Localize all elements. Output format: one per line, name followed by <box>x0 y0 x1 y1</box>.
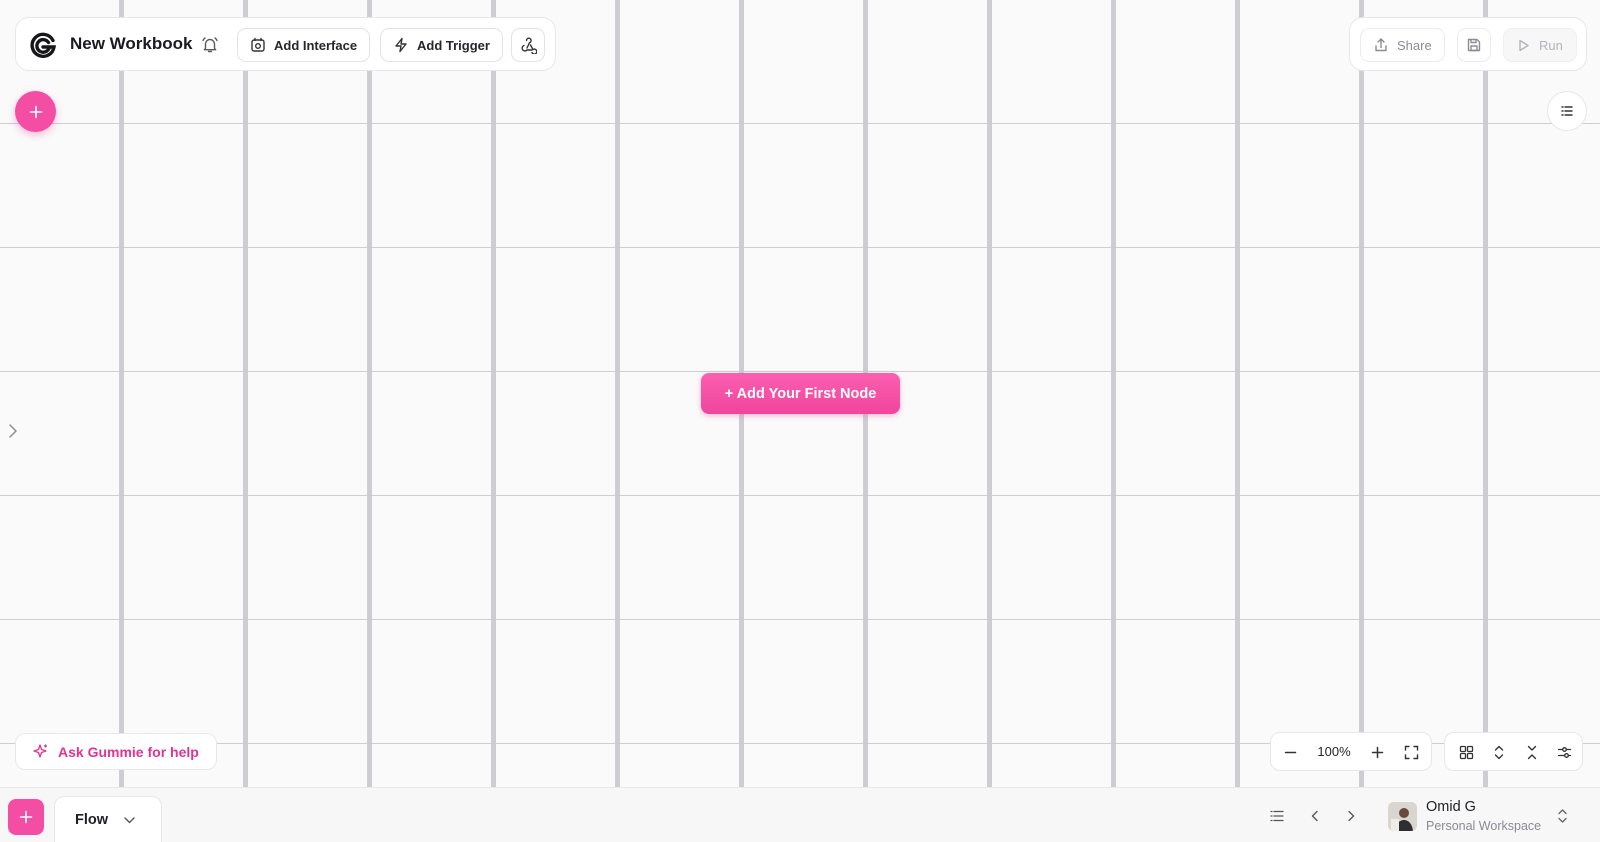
chevron-updown-icon <box>1558 809 1567 823</box>
ask-gummie-button[interactable]: Ask Gummie for help <box>15 733 217 770</box>
layout-controls <box>1444 732 1583 771</box>
list-icon <box>1270 810 1284 822</box>
chevron-right-icon <box>1348 810 1355 822</box>
zoom-controls: 100% <box>1270 732 1432 771</box>
chevrons-collapse-icon <box>1527 745 1537 759</box>
webhook-icon <box>520 37 537 54</box>
zoom-in-button[interactable] <box>1366 741 1388 763</box>
plus-icon <box>1371 746 1383 758</box>
webhook-button[interactable] <box>511 28 545 62</box>
add-tab-button[interactable] <box>8 799 44 835</box>
workspace-name: Personal Workspace <box>1426 819 1542 833</box>
tabs-list-button[interactable] <box>1266 805 1288 827</box>
sliders-icon <box>1557 746 1571 758</box>
share-icon <box>1375 38 1387 52</box>
user-menu[interactable]: Omid G Personal Workspace <box>1384 794 1594 838</box>
save-button[interactable] <box>1457 28 1491 62</box>
avatar <box>1388 802 1417 831</box>
page-title[interactable]: New Workbook <box>70 34 192 54</box>
add-node-fab[interactable] <box>15 91 56 132</box>
tab-flow-label: Flow <box>75 812 109 828</box>
zoom-out-button[interactable] <box>1279 741 1301 763</box>
add-first-node-button[interactable]: + Add Your First Node <box>701 373 900 414</box>
chevrons-expand-icon <box>1494 745 1504 759</box>
add-interface-button[interactable]: Add Interface <box>237 28 371 62</box>
save-icon <box>1467 38 1481 52</box>
fullscreen-icon <box>1404 745 1418 759</box>
lightning-icon <box>395 37 407 53</box>
node-list-button[interactable] <box>1547 91 1587 131</box>
play-icon <box>1519 39 1529 51</box>
fit-view-button[interactable] <box>1400 741 1422 763</box>
chevron-down-icon <box>124 816 135 823</box>
add-interface-label: Add Interface <box>274 37 358 53</box>
bell-icon[interactable] <box>199 34 221 56</box>
previous-tab-button[interactable] <box>1304 805 1326 827</box>
app-logo <box>29 31 57 59</box>
bottom-bar: Flow Omid G Personal Workspace <box>0 787 1600 842</box>
canvas-settings-button[interactable] <box>1553 741 1575 763</box>
ask-gummie-label: Ask Gummie for help <box>58 743 199 760</box>
zoom-level[interactable]: 100% <box>1309 744 1359 759</box>
grid-icon <box>1459 745 1473 759</box>
sparkle-icon <box>33 744 47 758</box>
collapse-all-button[interactable] <box>1521 741 1543 763</box>
expand-sidebar-chevron-icon[interactable] <box>5 421 21 441</box>
plus-icon <box>19 810 33 824</box>
run-button[interactable]: Run <box>1503 28 1577 62</box>
chevron-left-icon <box>1311 810 1318 822</box>
workbook-header: New Workbook Add Interface Add Trigger <box>15 17 556 71</box>
share-button[interactable]: Share <box>1360 28 1445 62</box>
user-name: Omid G <box>1426 799 1476 815</box>
workbook-actions: Share Run <box>1349 17 1587 71</box>
share-label: Share <box>1397 37 1432 53</box>
plus-icon <box>29 105 42 118</box>
next-tab-button[interactable] <box>1340 805 1362 827</box>
minus-icon <box>1284 751 1296 753</box>
expand-all-button[interactable] <box>1488 741 1510 763</box>
add-trigger-button[interactable]: Add Trigger <box>380 28 503 62</box>
list-icon <box>1561 106 1573 116</box>
grid-layout-button[interactable] <box>1455 741 1477 763</box>
tab-flow[interactable]: Flow <box>54 796 162 842</box>
run-label: Run <box>1539 37 1563 53</box>
add-trigger-label: Add Trigger <box>417 37 490 53</box>
interface-icon <box>251 37 265 52</box>
